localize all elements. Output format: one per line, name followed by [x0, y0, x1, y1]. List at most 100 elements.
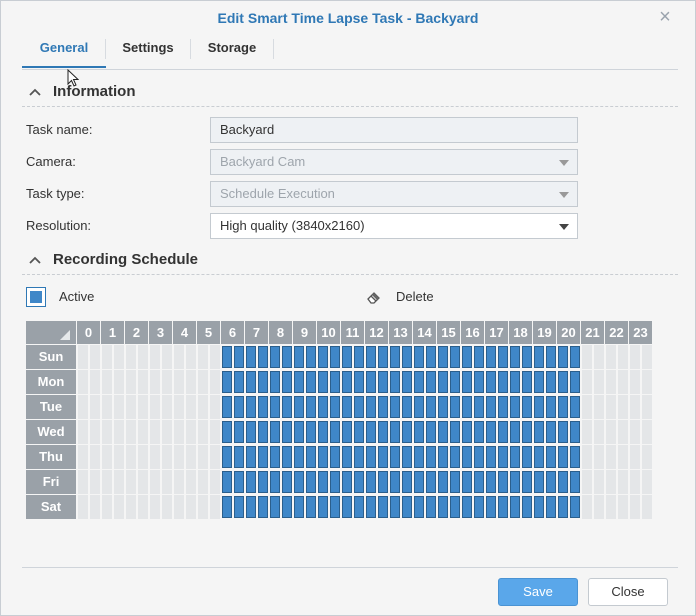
schedule-cell[interactable] [162, 445, 172, 469]
schedule-cell[interactable] [114, 345, 124, 369]
delete-button[interactable]: Delete [396, 289, 434, 304]
hour-header[interactable]: 13 [389, 321, 412, 344]
schedule-cell[interactable] [78, 495, 88, 519]
close-icon[interactable]: × [657, 7, 673, 27]
schedule-cell[interactable] [462, 371, 472, 393]
schedule-cell[interactable] [330, 421, 340, 443]
hour-header[interactable]: 10 [317, 321, 340, 344]
schedule-cell[interactable] [342, 346, 352, 368]
schedule-cell[interactable] [558, 421, 568, 443]
schedule-cell[interactable] [378, 371, 388, 393]
schedule-cell[interactable] [378, 471, 388, 493]
schedule-cell[interactable] [282, 346, 292, 368]
schedule-cell[interactable] [570, 496, 580, 518]
day-header[interactable]: Fri [26, 470, 76, 494]
schedule-cell[interactable] [90, 470, 100, 494]
schedule-cell[interactable] [78, 420, 88, 444]
schedule-cell[interactable] [498, 346, 508, 368]
schedule-cell[interactable] [558, 496, 568, 518]
schedule-cell[interactable] [282, 471, 292, 493]
schedule-cell[interactable] [210, 470, 220, 494]
hour-header[interactable]: 6 [221, 321, 244, 344]
hour-header[interactable]: 18 [509, 321, 532, 344]
schedule-cell[interactable] [414, 396, 424, 418]
schedule-cell[interactable] [150, 370, 160, 394]
schedule-cell[interactable] [402, 371, 412, 393]
schedule-cell[interactable] [546, 421, 556, 443]
schedule-cell[interactable] [606, 345, 616, 369]
schedule-cell[interactable] [582, 420, 592, 444]
schedule-cell[interactable] [162, 345, 172, 369]
schedule-cell[interactable] [402, 471, 412, 493]
schedule-cell[interactable] [114, 495, 124, 519]
schedule-cell[interactable] [570, 396, 580, 418]
schedule-cell[interactable] [174, 395, 184, 419]
schedule-cell[interactable] [510, 396, 520, 418]
schedule-cell[interactable] [390, 346, 400, 368]
schedule-cell[interactable] [186, 445, 196, 469]
save-button[interactable]: Save [498, 578, 578, 606]
schedule-cell[interactable] [366, 496, 376, 518]
schedule-cell[interactable] [210, 420, 220, 444]
schedule-cell[interactable] [318, 471, 328, 493]
schedule-cell[interactable] [426, 471, 436, 493]
hour-header[interactable]: 15 [437, 321, 460, 344]
schedule-cell[interactable] [474, 446, 484, 468]
schedule-cell[interactable] [114, 445, 124, 469]
schedule-cell[interactable] [330, 446, 340, 468]
schedule-cell[interactable] [366, 396, 376, 418]
schedule-cell[interactable] [630, 495, 640, 519]
schedule-cell[interactable] [138, 495, 148, 519]
select-all-corner[interactable] [26, 321, 76, 344]
schedule-cell[interactable] [246, 446, 256, 468]
schedule-cell[interactable] [186, 420, 196, 444]
schedule-cell[interactable] [222, 421, 232, 443]
schedule-cell[interactable] [126, 345, 136, 369]
schedule-cell[interactable] [306, 346, 316, 368]
schedule-cell[interactable] [174, 420, 184, 444]
day-header[interactable]: Tue [26, 395, 76, 419]
schedule-cell[interactable] [282, 446, 292, 468]
schedule-cell[interactable] [198, 495, 208, 519]
schedule-cell[interactable] [510, 421, 520, 443]
schedule-cell[interactable] [582, 495, 592, 519]
hour-header[interactable]: 2 [125, 321, 148, 344]
schedule-cell[interactable] [354, 471, 364, 493]
schedule-cell[interactable] [414, 446, 424, 468]
schedule-cell[interactable] [150, 345, 160, 369]
schedule-cell[interactable] [342, 396, 352, 418]
schedule-cell[interactable] [270, 346, 280, 368]
schedule-cell[interactable] [258, 396, 268, 418]
schedule-cell[interactable] [126, 445, 136, 469]
schedule-cell[interactable] [282, 496, 292, 518]
schedule-cell[interactable] [618, 370, 628, 394]
schedule-cell[interactable] [330, 346, 340, 368]
schedule-cell[interactable] [258, 446, 268, 468]
schedule-cell[interactable] [138, 470, 148, 494]
schedule-cell[interactable] [486, 471, 496, 493]
schedule-cell[interactable] [282, 421, 292, 443]
schedule-cell[interactable] [534, 371, 544, 393]
schedule-cell[interactable] [294, 371, 304, 393]
schedule-cell[interactable] [102, 370, 112, 394]
schedule-cell[interactable] [210, 495, 220, 519]
schedule-cell[interactable] [414, 421, 424, 443]
schedule-cell[interactable] [378, 421, 388, 443]
schedule-cell[interactable] [606, 395, 616, 419]
hour-header[interactable]: 16 [461, 321, 484, 344]
schedule-cell[interactable] [390, 396, 400, 418]
hour-header[interactable]: 17 [485, 321, 508, 344]
schedule-cell[interactable] [174, 370, 184, 394]
schedule-cell[interactable] [522, 471, 532, 493]
schedule-cell[interactable] [414, 371, 424, 393]
schedule-cell[interactable] [174, 495, 184, 519]
schedule-cell[interactable] [642, 370, 652, 394]
schedule-cell[interactable] [402, 446, 412, 468]
schedule-cell[interactable] [342, 446, 352, 468]
schedule-cell[interactable] [594, 470, 604, 494]
hour-header[interactable]: 7 [245, 321, 268, 344]
schedule-cell[interactable] [138, 370, 148, 394]
schedule-cell[interactable] [162, 370, 172, 394]
schedule-cell[interactable] [318, 421, 328, 443]
hour-header[interactable]: 20 [557, 321, 580, 344]
